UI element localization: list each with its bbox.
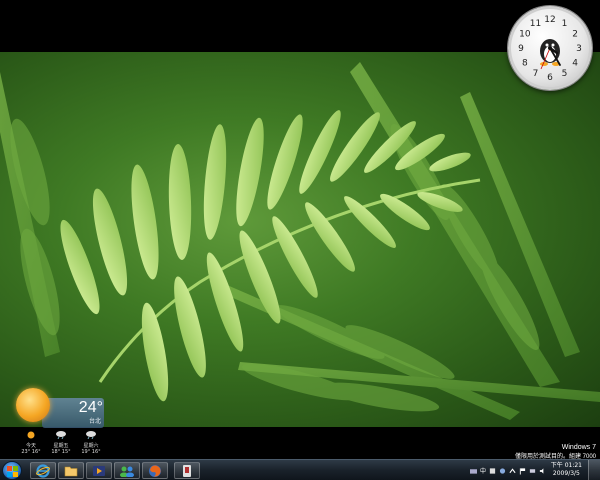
clock-numeral: 11 [530,19,541,29]
help-icon[interactable] [499,467,506,475]
taskbar: 中 下午 01:21 2009/3/5 [0,459,600,480]
ie-icon [36,463,50,478]
build-watermark: Windows 7 僅限用於測試目的。組建 7000 [515,444,596,460]
forecast-day-label: 星期五 [53,443,69,449]
clock-numeral: 12 [544,15,555,25]
clock-numeral: 3 [576,44,582,54]
folder-icon [64,466,78,476]
forecast-day: 今天 23° 16° [20,430,42,455]
taskbar-misc-app[interactable] [174,462,200,479]
clock-numeral: 4 [572,59,578,69]
media-player-icon [93,465,105,476]
firefox-icon [149,464,161,477]
clock-gadget[interactable]: 12 1 2 3 4 5 6 7 8 9 10 11 [508,6,592,90]
forecast-day: 星期五 18° 15° [50,430,72,455]
forecast-day-label: 星期六 [83,443,99,449]
sun-icon [27,431,35,439]
clock-numeral: 6 [547,73,553,83]
taskbar-windows-explorer[interactable] [58,462,84,479]
taskbar-internet-explorer[interactable] [30,462,56,479]
flag-icon[interactable] [519,467,526,475]
weather-gadget[interactable]: 24° 台北 今天 23° 16° 星期五 18° 15° 星期六 19° 16… [12,384,107,455]
messenger-icon [120,466,134,477]
notification-area: 中 [470,463,546,478]
clock-numeral: 5 [562,69,568,79]
wallpaper-fern [0,52,600,427]
volume-icon[interactable] [539,467,546,475]
forecast-day-temps: 23° 16° [21,449,41,455]
system-clock[interactable]: 下午 01:21 2009/3/5 [551,462,582,478]
taskbar-firefox[interactable] [142,462,168,479]
clock-date: 2009/3/5 [552,470,580,477]
forecast-day-temps: 18° 15° [51,449,71,455]
weather-forecast: 今天 23° 16° 星期五 18° 15° 星期六 19° 16° [20,430,102,455]
cloud-rain-icon [86,431,96,440]
chevron-up-icon[interactable] [509,467,516,475]
input-menu-icon[interactable] [489,467,496,475]
windows-logo-icon [7,466,18,477]
watermark-os: Windows 7 [561,444,596,451]
clock-numeral: 8 [522,59,528,69]
taskbar-media-player[interactable] [86,462,112,479]
desktop[interactable]: 12 1 2 3 4 5 6 7 8 9 10 11 24° 台北 今天 23°… [0,0,600,460]
clock-numeral: 7 [533,69,539,79]
cloud-rain-icon [56,431,66,440]
clock-numeral: 1 [562,19,568,29]
keyboard-icon[interactable] [470,467,477,475]
sun-icon [16,388,50,422]
current-temperature: 24° [78,399,103,416]
network-icon[interactable] [529,467,536,475]
start-button[interactable] [2,461,22,480]
fern-illustration [0,62,600,420]
ime-indicator[interactable]: 中 [480,466,486,475]
clock-time: 下午 01:21 [550,462,582,469]
show-desktop-button[interactable] [588,460,600,480]
taskbar-messenger[interactable] [114,462,140,479]
weather-city: 台北 [88,418,101,425]
clock-numeral: 2 [572,30,578,40]
app-icon [183,464,191,477]
forecast-day-label: 今天 [25,443,36,449]
forecast-day-temps: 19° 16° [81,449,101,455]
forecast-day: 星期六 19° 16° [80,430,102,455]
clock-numeral: 10 [519,30,531,40]
clock-face: 12 12 3 45678 9 1011 [518,15,582,83]
clock-numeral: 9 [518,44,524,54]
